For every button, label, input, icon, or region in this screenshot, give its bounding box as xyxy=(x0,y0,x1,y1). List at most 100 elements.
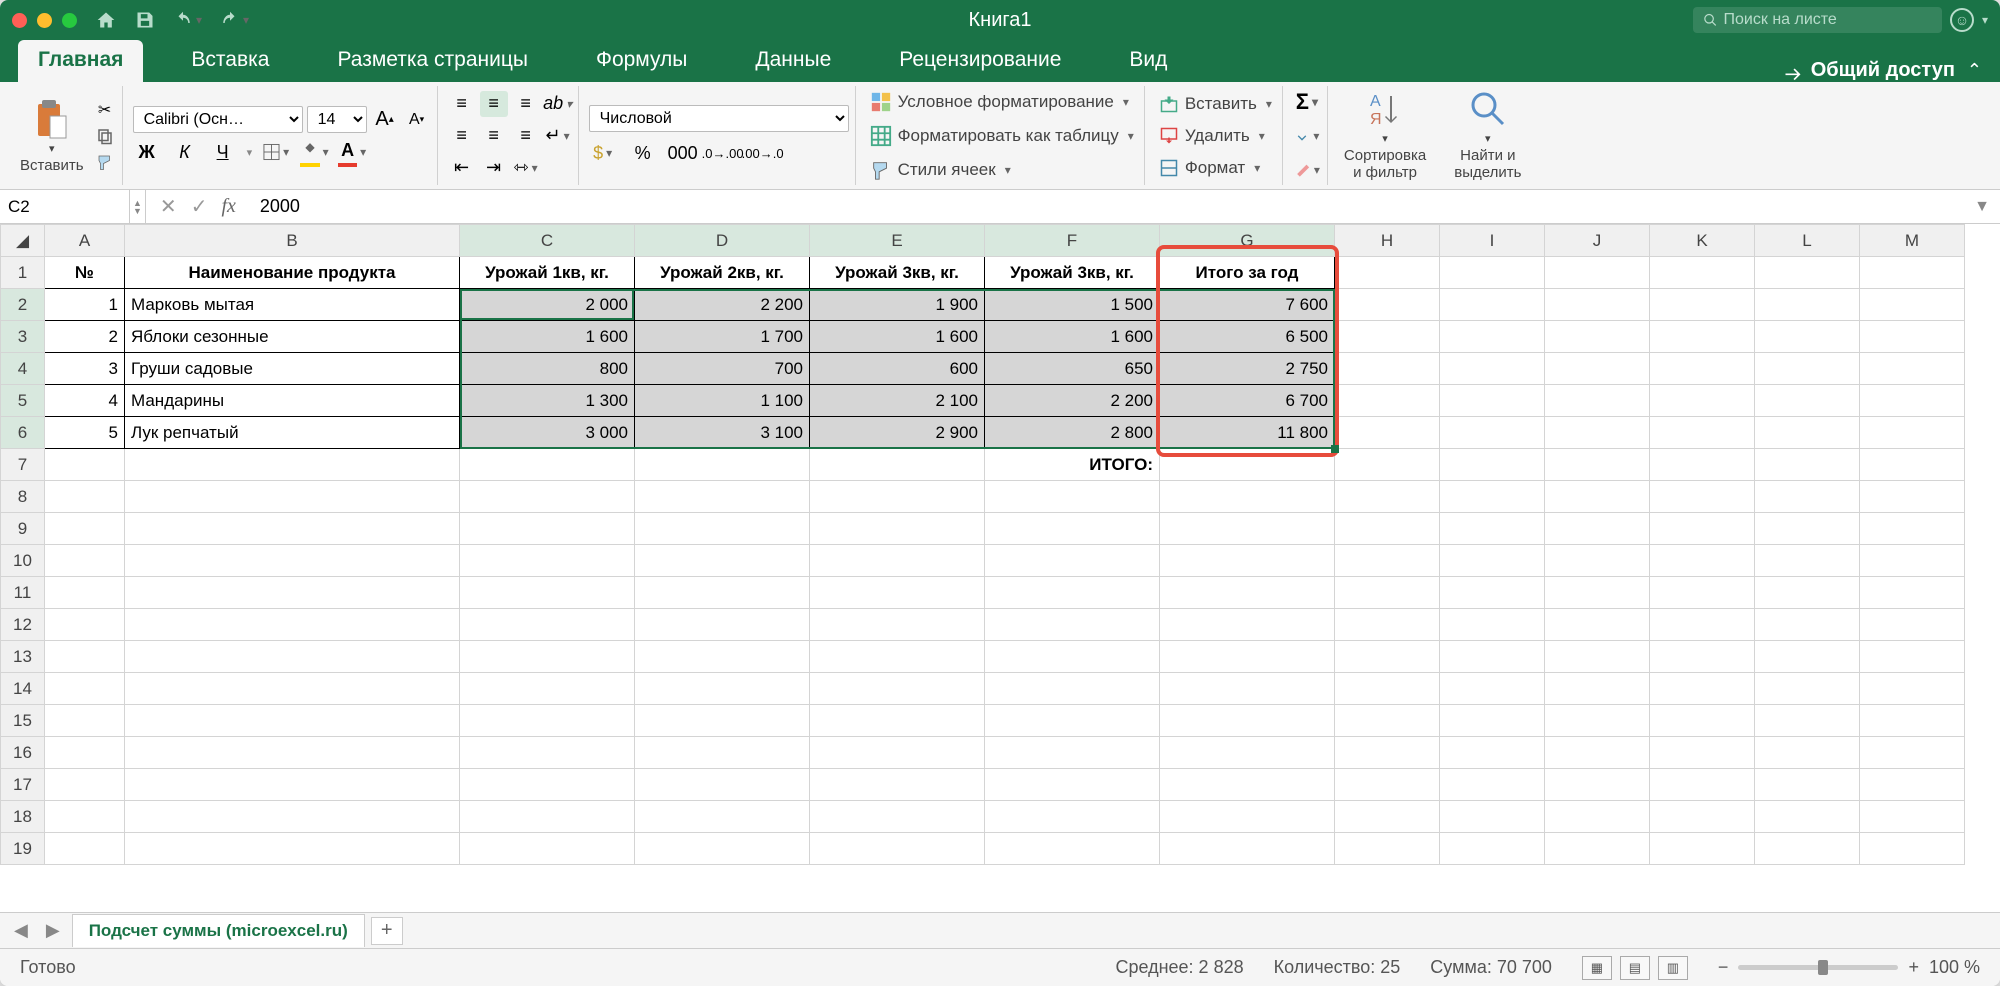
cell[interactable] xyxy=(810,577,985,609)
cell[interactable] xyxy=(1335,833,1440,865)
cell[interactable]: 3 000 xyxy=(460,417,635,449)
cell[interactable] xyxy=(1755,609,1860,641)
cell[interactable]: 1 300 xyxy=(460,385,635,417)
cell[interactable] xyxy=(985,737,1160,769)
cell[interactable]: 1 700 xyxy=(635,321,810,353)
cell[interactable] xyxy=(1440,673,1545,705)
cell[interactable] xyxy=(460,673,635,705)
cell[interactable] xyxy=(1335,705,1440,737)
cell[interactable] xyxy=(1650,609,1755,641)
cell[interactable] xyxy=(1335,513,1440,545)
cell[interactable] xyxy=(45,609,125,641)
font-family-select[interactable]: Calibri (Осн… xyxy=(133,106,303,133)
sheet-nav-next-icon[interactable]: ▶ xyxy=(40,920,66,941)
select-all-corner[interactable]: ◢ xyxy=(1,225,45,257)
cell[interactable] xyxy=(1160,801,1335,833)
cell[interactable] xyxy=(985,833,1160,865)
cell[interactable]: 1 600 xyxy=(985,321,1160,353)
align-middle-icon[interactable]: ≡ xyxy=(480,91,508,117)
align-bottom-icon[interactable]: ≡ xyxy=(512,91,540,117)
cell[interactable] xyxy=(1755,577,1860,609)
cell[interactable] xyxy=(1650,353,1755,385)
share-button[interactable]: Общий доступ xyxy=(1783,59,1955,82)
cell[interactable] xyxy=(1860,417,1965,449)
format-as-table-button[interactable]: Форматировать как таблицу xyxy=(866,123,1138,149)
cell[interactable] xyxy=(1440,641,1545,673)
cell[interactable] xyxy=(1440,289,1545,321)
cell[interactable] xyxy=(45,641,125,673)
cell[interactable]: 6 500 xyxy=(1160,321,1335,353)
cell[interactable] xyxy=(1650,737,1755,769)
cell[interactable] xyxy=(460,449,635,481)
cell[interactable] xyxy=(460,545,635,577)
cell[interactable]: 600 xyxy=(810,353,985,385)
col-header-f[interactable]: F xyxy=(985,225,1160,257)
undo-button[interactable] xyxy=(173,11,202,29)
cell[interactable] xyxy=(1160,737,1335,769)
cell[interactable]: 2 750 xyxy=(1160,353,1335,385)
fill-down-icon[interactable] xyxy=(1293,123,1321,149)
cell[interactable]: 1 100 xyxy=(635,385,810,417)
cell[interactable] xyxy=(1160,609,1335,641)
cell[interactable] xyxy=(1545,289,1650,321)
cell[interactable] xyxy=(1545,481,1650,513)
delete-cells-button[interactable]: Удалить xyxy=(1155,124,1276,148)
cell[interactable] xyxy=(125,481,460,513)
cell[interactable] xyxy=(810,673,985,705)
col-header-c[interactable]: C xyxy=(460,225,635,257)
cell[interactable] xyxy=(1860,449,1965,481)
cell[interactable] xyxy=(45,577,125,609)
italic-button[interactable]: К xyxy=(171,139,199,165)
cell[interactable] xyxy=(635,513,810,545)
cell[interactable] xyxy=(1755,801,1860,833)
row-header[interactable]: 17 xyxy=(1,769,45,801)
increase-decimal-icon[interactable]: .0→.00 xyxy=(709,140,737,166)
home-icon[interactable] xyxy=(95,10,117,30)
cell[interactable]: Лук репчатый xyxy=(125,417,460,449)
tab-page-layout[interactable]: Разметка страницы xyxy=(317,40,548,82)
tab-insert[interactable]: Вставка xyxy=(171,40,289,82)
decrease-font-icon[interactable]: A▾ xyxy=(403,107,431,133)
cell[interactable] xyxy=(1545,673,1650,705)
cell[interactable] xyxy=(1860,353,1965,385)
cell[interactable]: Наименование продукта xyxy=(125,257,460,289)
cell[interactable] xyxy=(1335,449,1440,481)
cell[interactable] xyxy=(460,769,635,801)
cell[interactable]: Марковь мытая xyxy=(125,289,460,321)
cell[interactable] xyxy=(635,641,810,673)
cell[interactable]: 2 100 xyxy=(810,385,985,417)
cell[interactable] xyxy=(460,705,635,737)
cell[interactable] xyxy=(1335,353,1440,385)
cell[interactable]: Урожай 1кв, кг. xyxy=(460,257,635,289)
cell[interactable] xyxy=(985,481,1160,513)
cell[interactable] xyxy=(125,737,460,769)
copy-icon[interactable] xyxy=(94,125,116,147)
cell[interactable] xyxy=(1335,801,1440,833)
cell[interactable] xyxy=(1860,481,1965,513)
cell[interactable] xyxy=(1160,545,1335,577)
row-header[interactable]: 15 xyxy=(1,705,45,737)
cell[interactable] xyxy=(1545,545,1650,577)
cell[interactable]: № xyxy=(45,257,125,289)
cell[interactable] xyxy=(1160,513,1335,545)
orientation-icon[interactable]: ab xyxy=(544,91,572,117)
align-left-icon[interactable]: ≡ xyxy=(448,123,476,149)
col-header-b[interactable]: B xyxy=(125,225,460,257)
cell[interactable] xyxy=(1755,257,1860,289)
tab-view[interactable]: Вид xyxy=(1109,40,1187,82)
fill-color-button[interactable] xyxy=(300,139,328,165)
cell[interactable] xyxy=(45,769,125,801)
cell[interactable] xyxy=(1545,801,1650,833)
cell[interactable] xyxy=(45,673,125,705)
cell[interactable] xyxy=(1335,769,1440,801)
cell[interactable] xyxy=(125,609,460,641)
cell[interactable]: 5 xyxy=(45,417,125,449)
formula-input[interactable] xyxy=(250,196,1964,217)
cell[interactable] xyxy=(1545,769,1650,801)
row-header[interactable]: 10 xyxy=(1,545,45,577)
cell[interactable]: Груши садовые xyxy=(125,353,460,385)
cell[interactable] xyxy=(810,449,985,481)
align-right-icon[interactable]: ≡ xyxy=(512,123,540,149)
cell[interactable] xyxy=(985,609,1160,641)
cell[interactable]: Яблоки сезонные xyxy=(125,321,460,353)
